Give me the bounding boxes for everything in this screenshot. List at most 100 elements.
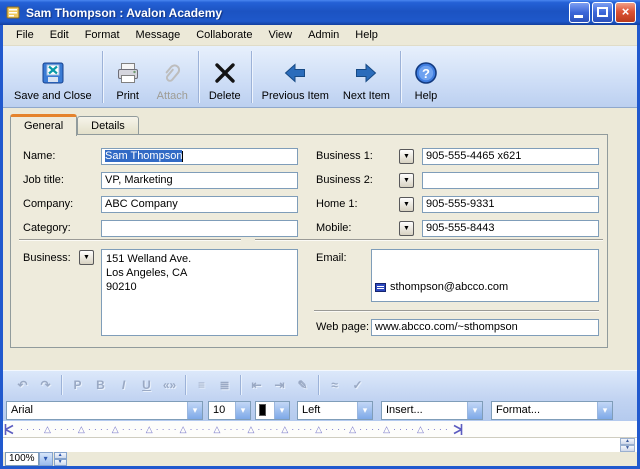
toolbar-separator <box>185 375 186 395</box>
left-indent-marker[interactable] <box>3 423 16 436</box>
maximize-button[interactable] <box>592 2 613 23</box>
mobile-selector-button[interactable]: ▼ <box>399 221 414 236</box>
delete-button[interactable]: Delete <box>202 49 248 105</box>
plain-text-icon[interactable]: P <box>66 378 89 392</box>
insert-select[interactable]: Insert... ▾ <box>381 401 483 420</box>
font-family-value: Arial <box>7 402 187 419</box>
menu-edit[interactable]: Edit <box>43 27 76 43</box>
zoom-spinner[interactable]: ▲ ▼ <box>54 452 67 466</box>
menu-admin[interactable]: Admin <box>301 27 346 43</box>
tab-details[interactable]: Details <box>77 116 139 135</box>
contact-editor-window: Sam Thompson : Avalon Academy × File Edi… <box>0 0 640 469</box>
print-button[interactable]: Print <box>106 49 150 105</box>
mobile-input[interactable]: 905-555-8443 <box>422 220 599 237</box>
job-title-input[interactable]: VP, Marketing <box>101 172 298 189</box>
zoom-level-value[interactable]: 100% <box>5 452 39 466</box>
text-caret <box>182 151 183 162</box>
indent-icon[interactable]: ⇥ <box>268 378 291 392</box>
save-and-close-icon <box>40 57 66 89</box>
home1-selector-button[interactable]: ▼ <box>399 197 414 212</box>
text-color-select[interactable]: ▾ <box>255 401 290 420</box>
help-button[interactable]: ? Help <box>404 49 448 105</box>
spin-down-icon[interactable]: ▼ <box>54 459 67 466</box>
outdent-icon[interactable]: ⇤ <box>245 378 268 392</box>
email-list-item[interactable]: sthompson@abcco.com <box>372 278 598 296</box>
web-page-input[interactable]: www.abcco.com/~sthompson <box>371 319 599 336</box>
chevron-down-icon[interactable]: ▾ <box>39 452 53 466</box>
button-label: Print <box>116 90 139 102</box>
text-color-icon[interactable]: ✎ <box>291 378 314 392</box>
italic-icon[interactable]: I <box>112 378 135 392</box>
delete-icon <box>212 57 238 89</box>
minimize-button[interactable] <box>569 2 590 23</box>
monospace-icon[interactable]: «» <box>158 378 181 392</box>
maximize-icon <box>597 7 608 17</box>
business1-selector-button[interactable]: ▼ <box>399 149 414 164</box>
zoom-control[interactable]: 100% ▾ ▲ ▼ <box>5 452 67 466</box>
bullet-list-icon[interactable]: ≡ <box>190 378 213 392</box>
category-input[interactable] <box>101 220 298 237</box>
font-size-select[interactable]: 10 ▾ <box>208 401 251 420</box>
format-select[interactable]: Format... ▾ <box>491 401 613 420</box>
next-item-button[interactable]: Next Item <box>336 49 397 105</box>
right-indent-marker[interactable] <box>451 423 464 436</box>
chevron-down-icon: ▼ <box>403 177 410 184</box>
svg-text:?: ? <box>422 66 430 81</box>
business1-label: Business 1: <box>316 150 373 162</box>
mobile-label: Mobile: <box>316 222 351 234</box>
business-address-textarea[interactable]: 151 Welland Ave. Los Angeles, CA 90210 <box>101 249 298 336</box>
home1-input[interactable]: 905-555-9331 <box>422 196 599 213</box>
menu-collaborate[interactable]: Collaborate <box>189 27 259 43</box>
business-address-selector-button[interactable]: ▼ <box>79 250 94 265</box>
chevron-down-icon: ▾ <box>357 402 372 419</box>
tab-strip: General Details <box>10 114 139 135</box>
chevron-down-icon: ▼ <box>403 201 410 208</box>
toolbar-separator <box>318 375 319 395</box>
chevron-down-icon: ▼ <box>83 254 90 261</box>
bold-icon[interactable]: B <box>89 378 112 392</box>
toolbar-separator <box>400 51 401 103</box>
menu-file[interactable]: File <box>9 27 41 43</box>
menu-view[interactable]: View <box>261 27 299 43</box>
signature-icon[interactable]: ≈ <box>323 378 346 392</box>
business-address-label: Business: <box>23 252 71 264</box>
button-label: Help <box>415 90 438 102</box>
button-label: Delete <box>209 90 241 102</box>
button-label: Next Item <box>343 90 390 102</box>
body-scrollbar[interactable]: ▲ ▼ <box>620 438 635 452</box>
message-body-area[interactable]: ▲ ▼ <box>3 438 637 452</box>
save-and-close-button[interactable]: Save and Close <box>7 49 99 105</box>
menu-message[interactable]: Message <box>129 27 188 43</box>
business2-selector-button[interactable]: ▼ <box>399 173 414 188</box>
format-value: Format... <box>492 402 597 419</box>
numbered-list-icon[interactable]: ≣ <box>213 378 236 392</box>
toolbar-separator <box>198 51 199 103</box>
underline-icon[interactable]: U <box>135 378 158 392</box>
tab-general[interactable]: General <box>10 114 77 136</box>
scroll-up-icon[interactable]: ▲ <box>620 438 635 445</box>
company-input[interactable]: ABC Company <box>101 196 298 213</box>
tab-stop-markers[interactable]: ····△····△····△····△····△····△····△····△… <box>20 424 451 435</box>
menu-help[interactable]: Help <box>348 27 385 43</box>
business1-input[interactable]: 905-555-4465 x621 <box>422 148 599 165</box>
spin-up-icon[interactable]: ▲ <box>54 452 67 459</box>
spellcheck-icon[interactable]: ✓ <box>346 378 369 392</box>
font-family-select[interactable]: Arial ▾ <box>6 401 203 420</box>
business2-input[interactable] <box>422 172 599 189</box>
close-button[interactable]: × <box>615 2 636 23</box>
undo-icon[interactable]: ↶ <box>11 378 34 392</box>
name-input[interactable]: Sam Thompson <box>101 148 298 165</box>
alignment-select[interactable]: Left ▾ <box>297 401 373 420</box>
chevron-down-icon: ▾ <box>274 402 289 419</box>
chevron-down-icon: ▼ <box>403 153 410 160</box>
email-label: Email: <box>316 252 347 264</box>
scroll-down-icon[interactable]: ▼ <box>620 445 635 452</box>
redo-icon[interactable]: ↷ <box>34 378 57 392</box>
email-listbox[interactable]: sthompson@abcco.com <box>371 249 599 302</box>
attach-button[interactable]: Attach <box>150 49 195 105</box>
title-bar: Sam Thompson : Avalon Academy × <box>0 0 640 25</box>
home1-label: Home 1: <box>316 198 358 210</box>
section-divider <box>314 310 599 312</box>
previous-item-button[interactable]: Previous Item <box>255 49 336 105</box>
menu-format[interactable]: Format <box>78 27 127 43</box>
